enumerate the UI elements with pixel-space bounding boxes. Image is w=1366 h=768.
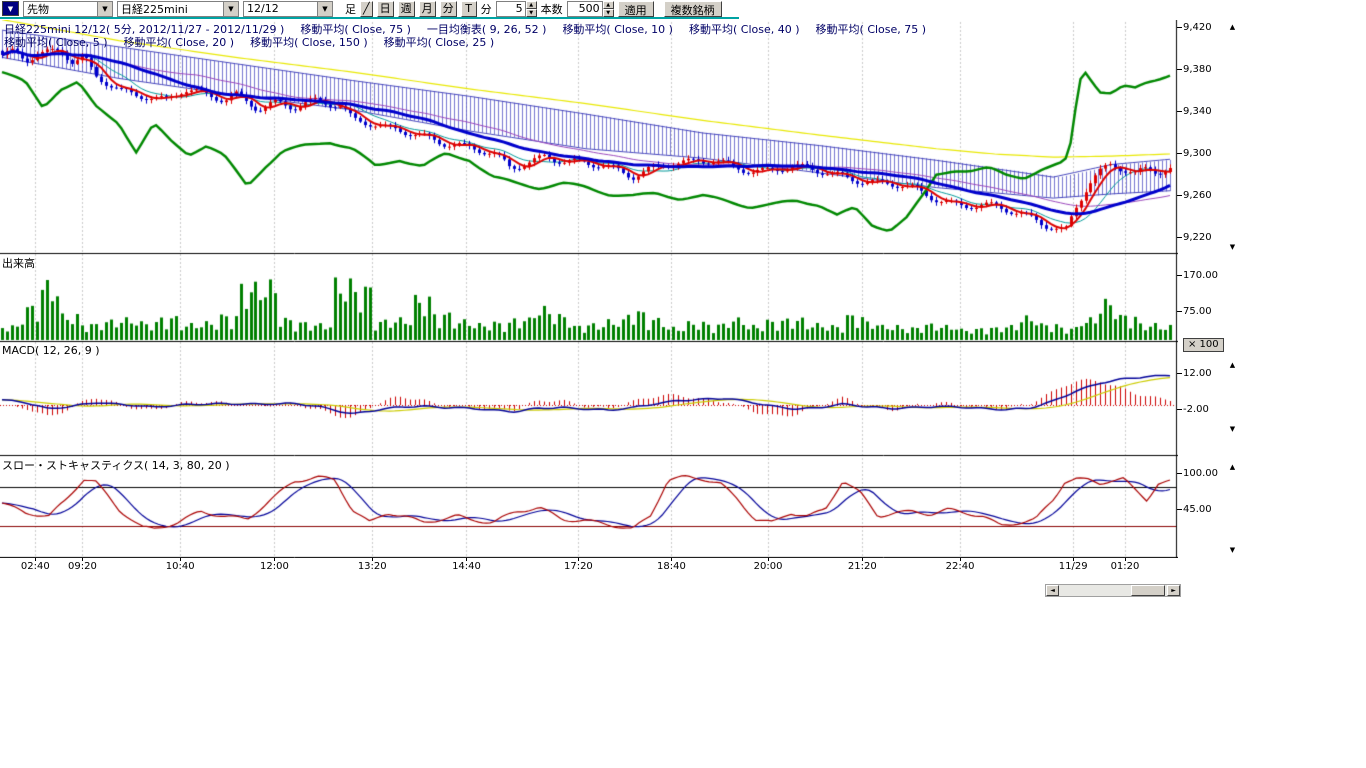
- x-axis-label: 21:20: [840, 561, 884, 572]
- dropdown-arrow-icon[interactable]: ▼: [223, 2, 238, 16]
- dropdown-arrow-icon[interactable]: ▼: [97, 2, 112, 16]
- y-axis-label: 9,340: [1183, 106, 1212, 117]
- x-axis-label: 17:20: [556, 561, 600, 572]
- y-axis-label: 45.00: [1183, 504, 1212, 515]
- bars-spinner: ▲ ▼: [567, 1, 614, 17]
- bar-type-tick-button[interactable]: T: [461, 1, 477, 17]
- symbol-select[interactable]: 日経225mini ▼: [117, 1, 239, 17]
- macd-scale-up-button[interactable]: ▲: [1227, 360, 1238, 370]
- x-axis-label: 12:00: [252, 561, 296, 572]
- x-axis-label: 11/29: [1051, 561, 1095, 572]
- volume-multiplier-badge: × 100: [1183, 338, 1224, 352]
- y-axis-label: 9,420: [1183, 22, 1212, 33]
- scrollbar-thumb[interactable]: [1131, 585, 1165, 596]
- stoch-scale-up-button[interactable]: ▲: [1227, 462, 1238, 472]
- price-scale-up-button[interactable]: ▲: [1227, 22, 1238, 32]
- x-axis-label: 18:40: [649, 561, 693, 572]
- scroll-left-button[interactable]: ◄: [1046, 585, 1059, 596]
- category-select[interactable]: 先物 ▼: [23, 1, 113, 17]
- category-select-value: 先物: [24, 1, 97, 17]
- x-axis-label: 20:00: [746, 561, 790, 572]
- minute-unit-label: 分: [481, 1, 492, 17]
- x-axis-label: 13:20: [350, 561, 394, 572]
- y-axis-label: 75.00: [1183, 306, 1212, 317]
- x-axis-label: 01:20: [1103, 561, 1147, 572]
- multi-symbol-button[interactable]: 複数銘柄: [664, 1, 722, 17]
- interval-spinner: ▲ ▼: [496, 1, 537, 17]
- legend-item: 移動平均( Close, 25 ): [384, 36, 495, 49]
- bar-type-minute-button[interactable]: 分: [440, 1, 457, 17]
- scroll-right-button[interactable]: ►: [1167, 585, 1180, 596]
- bars-spinner-down-icon[interactable]: ▼: [603, 9, 614, 17]
- x-axis-label: 02:40: [13, 561, 57, 572]
- stochastics-panel-title: スロー・ストキャスティクス( 14, 3, 80, 20 ): [2, 457, 230, 473]
- dropdown-arrow-icon[interactable]: ▼: [317, 2, 332, 16]
- toolbar: ▼ 先物 ▼ 日経225mini ▼ 12/12 ▼ 足 ╱ 日 週 月 分 T…: [0, 0, 722, 17]
- bar-type-label: 足: [345, 1, 356, 17]
- x-axis-label: 22:40: [938, 561, 982, 572]
- y-axis-label: 170.00: [1183, 270, 1218, 281]
- legend-item: 移動平均( Close, 20 ): [124, 36, 235, 49]
- bar-type-monthly-button[interactable]: 月: [419, 1, 436, 17]
- y-axis-label: -2.00: [1183, 404, 1209, 415]
- y-axis-label: 9,300: [1183, 148, 1212, 159]
- y-axis-label: 100.00: [1183, 468, 1218, 479]
- bar-type-daily-button[interactable]: 日: [377, 1, 394, 17]
- y-axis-label: 9,380: [1183, 64, 1212, 75]
- legend-item: 移動平均( Close, 150 ): [250, 36, 368, 49]
- interval-spinner-up-icon[interactable]: ▲: [526, 1, 537, 9]
- interval-spinner-down-icon[interactable]: ▼: [526, 9, 537, 17]
- chart-plot-area[interactable]: [0, 20, 1178, 558]
- symbol-select-value: 日経225mini: [118, 1, 223, 17]
- stoch-scale-down-button[interactable]: ▼: [1227, 545, 1238, 555]
- macd-panel-title: MACD( 12, 26, 9 ): [2, 344, 100, 357]
- x-axis-label: 14:40: [444, 561, 488, 572]
- bar-type-weekly-button[interactable]: 週: [398, 1, 415, 17]
- y-axis-label: 9,260: [1183, 190, 1212, 201]
- line-style-button[interactable]: ╱: [360, 1, 373, 17]
- legend-item: 移動平均( Close, 5 ): [4, 36, 108, 49]
- chart-style-button[interactable]: ▼: [2, 1, 19, 16]
- dropdown-arrow-icon: ▼: [8, 5, 13, 13]
- chart-legend-line2: 移動平均( Close, 5 ) 移動平均( Close, 20 ) 移動平均( C…: [4, 34, 1176, 50]
- date-select-value: 12/12: [244, 2, 317, 15]
- bars-spinner-up-icon[interactable]: ▲: [603, 1, 614, 9]
- volume-panel-title: 出来高: [2, 255, 35, 271]
- x-axis-label: 10:40: [158, 561, 202, 572]
- bars-count-label: 本数: [541, 1, 563, 17]
- bars-input[interactable]: [567, 1, 603, 17]
- date-select[interactable]: 12/12 ▼: [243, 1, 333, 17]
- price-scale-down-button[interactable]: ▼: [1227, 242, 1238, 252]
- horizontal-scrollbar[interactable]: ◄ ►: [1045, 584, 1181, 597]
- macd-scale-down-button[interactable]: ▼: [1227, 424, 1238, 434]
- y-axis-label: 12.00: [1183, 368, 1212, 379]
- x-axis-label: 09:20: [60, 561, 104, 572]
- y-axis-label: 9,220: [1183, 232, 1212, 243]
- apply-button[interactable]: 適用: [618, 1, 654, 17]
- scrollbar-track[interactable]: [1059, 585, 1167, 596]
- interval-input[interactable]: [496, 1, 526, 17]
